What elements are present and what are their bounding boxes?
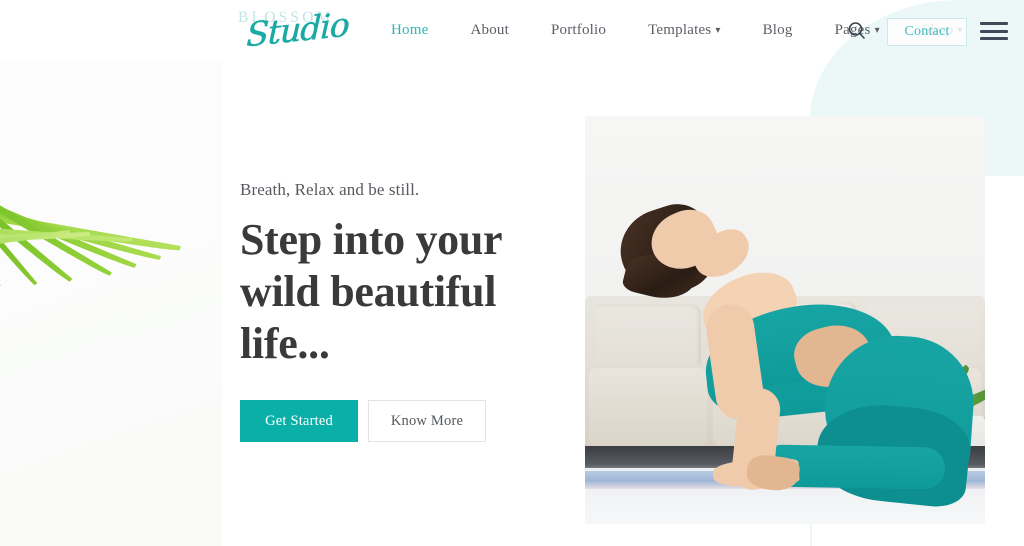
nav-item-about[interactable]: About xyxy=(449,22,530,39)
hamburger-bar xyxy=(980,29,1008,33)
nav-item-portfolio[interactable]: Portfolio xyxy=(530,22,627,39)
contact-button-label: Contact xyxy=(904,24,950,39)
left-plant-photo xyxy=(0,60,222,546)
contact-button[interactable]: Contact xyxy=(887,18,967,46)
nav-label-home: Home xyxy=(391,21,429,38)
hero-image xyxy=(585,116,985,524)
page-root: BLOSSOM Studio Home About Portfolio Temp… xyxy=(0,0,1024,546)
nav-item-home[interactable]: Home xyxy=(370,22,449,39)
hamburger-menu-icon[interactable] xyxy=(980,22,1008,40)
site-logo[interactable]: BLOSSOM Studio xyxy=(238,2,349,54)
site-header: BLOSSOM Studio Home About Portfolio Temp… xyxy=(0,0,1024,60)
nav-item-blog[interactable]: Blog xyxy=(742,22,814,39)
chevron-down-icon: ▾ xyxy=(874,25,880,36)
nav-label-blog: Blog xyxy=(762,21,793,38)
nav-label-portfolio: Portfolio xyxy=(550,21,607,38)
hero-text-block: Breath, Relax and be still. Step into yo… xyxy=(240,180,560,442)
nav-item-templates[interactable]: Templates ▾ xyxy=(627,22,741,39)
search-icon[interactable] xyxy=(846,20,868,42)
hamburger-bar xyxy=(980,37,1008,40)
photo-seat-cushion xyxy=(589,368,707,446)
hero-eyebrow: Breath, Relax and be still. xyxy=(240,180,420,199)
chevron-down-icon: ▾ xyxy=(715,25,721,36)
nav-label-about: About xyxy=(470,21,509,38)
hero-cta-row: Get Started Know More xyxy=(240,400,560,442)
know-more-button[interactable]: Know More xyxy=(368,400,486,442)
hamburger-bar xyxy=(980,22,1008,25)
hero-headline: Step into your wild beautiful life... xyxy=(240,215,502,368)
get-started-button[interactable]: Get Started xyxy=(240,400,358,442)
nav-label-templates: Templates xyxy=(648,21,712,38)
